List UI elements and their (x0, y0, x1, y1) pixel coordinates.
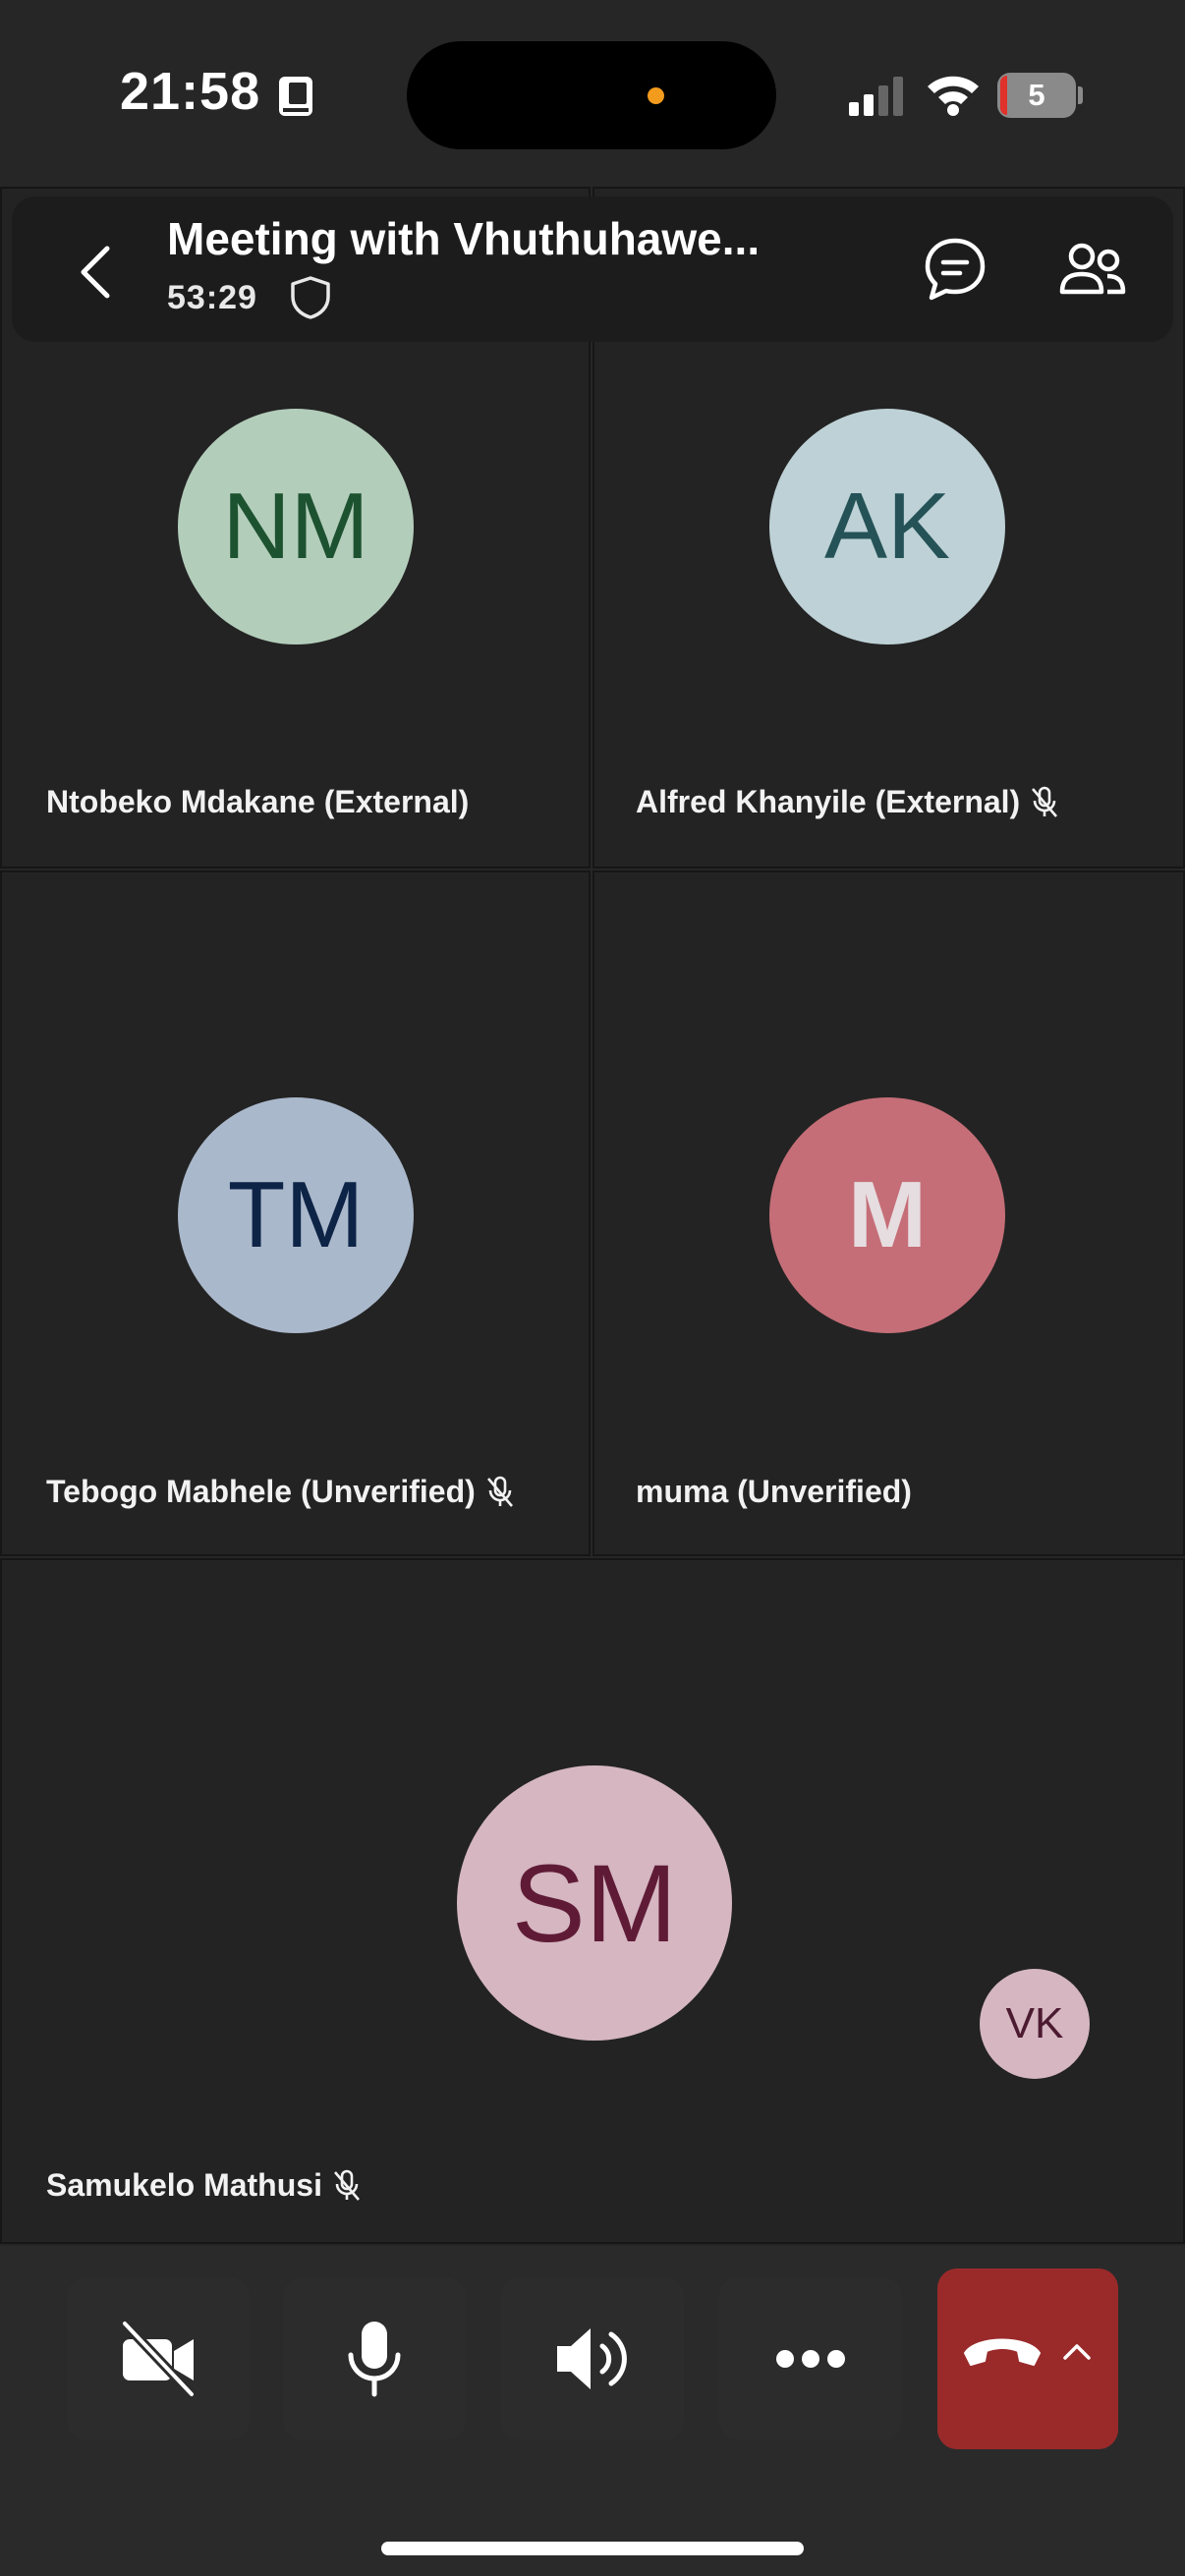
participant-name-text: Samukelo Mathusi (46, 2167, 322, 2203)
hang-up-button[interactable] (937, 2268, 1118, 2449)
dynamic-island (407, 41, 776, 149)
avatar-initials: TM (227, 1162, 365, 1267)
participant-name-text: muma (Unverified) (636, 1474, 912, 1509)
avatar-initials: SM (512, 1841, 677, 1965)
participant-name: Samukelo Mathusi (46, 2167, 362, 2204)
book-icon (277, 75, 314, 123)
avatar: M (769, 1097, 1005, 1333)
participants-button[interactable] (1053, 232, 1132, 307)
chevron-up-icon[interactable] (1062, 2341, 1092, 2366)
meeting-timer: 53:29 (167, 279, 257, 316)
meeting-header: Meeting with Vhuthuhawe... 53:29 (12, 196, 1173, 342)
participant-name-text: Alfred Khanyile (External) (636, 784, 1021, 819)
back-button[interactable] (61, 238, 130, 307)
avatar: AK (769, 409, 1005, 644)
participant-tile-muma[interactable]: M muma (Unverified) (592, 870, 1185, 1556)
wifi-icon (926, 71, 981, 121)
people-icon (1059, 243, 1126, 295)
participant-name: Alfred Khanyile (External) (636, 784, 1059, 820)
avatar: TM (178, 1097, 414, 1333)
participant-tile-tebogo[interactable]: TM Tebogo Mabhele (Unverified) (0, 870, 591, 1556)
status-bar: 21:58 5 (0, 0, 1185, 187)
meeting-title: Meeting with Vhuthuhawe... (167, 213, 761, 264)
avatar-initials: NM (222, 474, 369, 579)
battery-percent: 5 (1028, 78, 1045, 112)
participant-name-text: Ntobeko Mdakane (External) (46, 784, 470, 819)
mic-muted-icon (1030, 786, 1059, 819)
speaker-icon (557, 2328, 627, 2389)
chat-icon (925, 238, 986, 301)
self-view-avatar[interactable]: VK (980, 1969, 1090, 2079)
participant-name: Ntobeko Mdakane (External) (46, 784, 469, 820)
mic-muted-icon (485, 1476, 515, 1509)
participant-name: muma (Unverified) (636, 1474, 912, 1510)
chat-button[interactable] (918, 232, 992, 307)
status-time: 21:58 (120, 62, 261, 121)
speaker-button[interactable] (501, 2277, 684, 2440)
cellular-signal-icon (849, 77, 904, 121)
more-options-button[interactable] (719, 2277, 902, 2440)
microphone-icon (348, 2322, 401, 2397)
shield-icon (289, 275, 332, 325)
camera-indicator-dot (648, 87, 664, 104)
hang-up-icon (961, 2327, 1044, 2378)
avatar: NM (178, 409, 414, 644)
participant-tile-samukelo[interactable]: SM VK Samukelo Mathusi (0, 1558, 1185, 2244)
mic-muted-icon (332, 2169, 362, 2203)
microphone-button[interactable] (283, 2277, 466, 2440)
avatar-initials: VK (1005, 1999, 1064, 2047)
camera-toggle-button[interactable] (67, 2277, 250, 2440)
avatar: SM (457, 1765, 732, 2041)
participant-name: Tebogo Mabhele (Unverified) (46, 1474, 515, 1510)
video-off-icon (121, 2320, 196, 2398)
avatar-initials: M (848, 1162, 927, 1267)
chevron-left-icon (81, 246, 110, 299)
battery-tip (1078, 86, 1083, 104)
avatar-initials: AK (823, 474, 951, 579)
participant-name-text: Tebogo Mabhele (Unverified) (46, 1474, 476, 1509)
battery-icon: 5 (997, 73, 1076, 118)
home-indicator (381, 2542, 804, 2555)
more-icon (776, 2350, 845, 2368)
